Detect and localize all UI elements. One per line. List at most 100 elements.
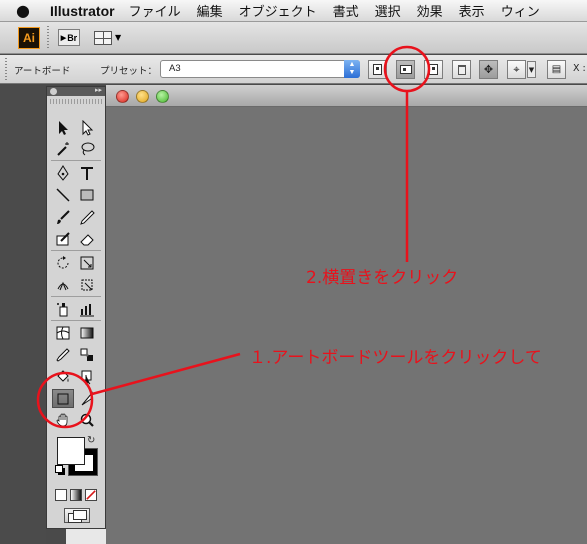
options-list-icon: ▤ — [551, 64, 562, 75]
hand-tool[interactable] — [52, 410, 74, 429]
type-tool[interactable] — [76, 163, 98, 182]
artboard-tool[interactable] — [52, 389, 74, 408]
magic-wand-tool[interactable] — [52, 139, 74, 158]
artboard-label: アートボード — [14, 66, 71, 77]
line-segment-icon — [56, 187, 70, 202]
separator — [5, 58, 7, 82]
gradient-mode-button[interactable] — [70, 489, 82, 501]
swap-fill-stroke-icon[interactable]: ↻ — [87, 435, 95, 446]
live-paint-selection-tool[interactable] — [76, 367, 98, 386]
menu-file[interactable]: ファイル — [129, 1, 181, 20]
direct-selection-tool[interactable] — [76, 118, 98, 137]
chevron-down-icon[interactable]: ▼ — [527, 61, 536, 78]
scale-icon — [80, 256, 94, 269]
screen-mode-button[interactable] — [64, 508, 90, 523]
gradient-tool[interactable] — [76, 323, 98, 342]
lasso-icon — [81, 142, 95, 155]
column-graph-tool[interactable] — [76, 299, 98, 318]
pencil-tool[interactable] — [76, 207, 98, 226]
blend-tool[interactable] — [76, 345, 98, 364]
direct-selection-arrow-icon — [82, 119, 94, 136]
new-artboard-button[interactable] — [424, 60, 443, 79]
fill-color-swatch[interactable] — [57, 437, 85, 465]
rectangle-tool[interactable] — [76, 185, 98, 204]
lasso-tool[interactable] — [76, 139, 98, 158]
eyedropper-tool[interactable] — [52, 345, 74, 364]
line-segment-tool[interactable] — [52, 185, 74, 204]
minimize-window-button[interactable] — [136, 90, 149, 103]
type-t-icon — [81, 166, 93, 180]
symbol-sprayer-icon — [57, 302, 68, 316]
menu-bar: ● Illustrator ファイル 編集 オブジェクト 書式 選択 効果 表示… — [0, 0, 587, 22]
blob-brush-icon — [56, 231, 70, 245]
zoom-tool[interactable] — [76, 410, 98, 429]
menu-window[interactable]: ウィン — [501, 1, 540, 20]
paint-bucket-icon — [57, 369, 69, 382]
separator — [47, 26, 49, 50]
menu-edit[interactable]: 編集 — [197, 1, 223, 20]
hand-icon — [56, 413, 68, 426]
move-arrows-icon: ✥ — [483, 63, 494, 76]
slice-tool[interactable] — [76, 389, 98, 408]
menu-view[interactable]: 表示 — [459, 1, 485, 20]
portrait-page-icon — [373, 64, 382, 75]
tools-panel: ▸▸ ↻ — [46, 86, 106, 529]
warp-tool[interactable] — [52, 275, 74, 294]
apple-menu-icon[interactable]: ● — [10, 1, 36, 20]
layout-grid-icon — [94, 30, 112, 45]
portrait-button[interactable] — [368, 60, 387, 79]
eraser-tool[interactable] — [76, 229, 98, 248]
landscape-page-icon — [399, 65, 412, 74]
close-window-button[interactable] — [116, 90, 129, 103]
collapse-panel-icon[interactable]: ▸▸ — [95, 86, 102, 94]
arrange-documents-button[interactable]: ▼ — [94, 29, 126, 46]
document-canvas[interactable] — [106, 107, 587, 544]
bridge-button[interactable]: ▶ Br — [58, 29, 80, 46]
selection-tool[interactable] — [52, 118, 74, 137]
live-paint-bucket-tool[interactable] — [52, 367, 74, 386]
rotate-tool[interactable] — [52, 253, 74, 272]
blob-brush-tool[interactable] — [52, 229, 74, 248]
delete-artboard-button[interactable] — [452, 60, 471, 79]
artboard-icon — [57, 393, 69, 404]
separator — [51, 296, 101, 297]
landscape-button[interactable] — [396, 60, 415, 79]
pen-nib-icon — [57, 164, 69, 181]
trash-icon — [457, 64, 466, 75]
preset-select[interactable]: A3 ▲ ▼ — [160, 60, 360, 78]
symbol-sprayer-tool[interactable] — [52, 299, 74, 318]
warp-icon — [57, 281, 69, 290]
menu-select[interactable]: 選択 — [375, 1, 401, 20]
document-titlebar — [106, 85, 587, 107]
app-menu[interactable]: Illustrator — [50, 3, 115, 19]
free-transform-tool[interactable] — [76, 275, 98, 294]
magnifier-icon — [80, 413, 94, 427]
scale-tool[interactable] — [76, 253, 98, 272]
none-mode-button[interactable] — [85, 489, 97, 501]
panel-close-button[interactable] — [50, 88, 57, 95]
pen-tool[interactable] — [52, 163, 74, 182]
mesh-tool[interactable] — [52, 323, 74, 342]
zoom-window-button[interactable] — [156, 90, 169, 103]
paintbrush-tool[interactable] — [52, 207, 74, 226]
free-transform-icon — [81, 279, 93, 290]
chevron-down-icon: ▼ — [115, 33, 122, 42]
color-mode-button[interactable] — [55, 489, 67, 501]
reference-point-button[interactable]: ⌖ — [507, 60, 526, 79]
menu-object[interactable]: オブジェクト — [239, 1, 317, 20]
control-bar: アートボード プリセット： A3 ▲ ▼ ✥ ⌖ ▼ ▤ X : — [0, 55, 587, 84]
move-with-artboard-button[interactable]: ✥ — [479, 60, 498, 79]
artboard-options-button[interactable]: ▤ — [547, 60, 566, 79]
bar-graph-icon — [80, 303, 94, 316]
paintbrush-icon — [57, 209, 70, 224]
bottom-edge — [66, 528, 106, 544]
application-bar: Ai ▶ Br ▼ — [0, 22, 587, 54]
illustrator-logo-icon: Ai — [18, 27, 40, 49]
default-colors-icon[interactable] — [55, 465, 65, 475]
blend-icon — [80, 348, 93, 361]
menu-effect[interactable]: 効果 — [417, 1, 443, 20]
live-paint-selection-icon — [81, 370, 92, 385]
menu-type[interactable]: 書式 — [333, 1, 359, 20]
panel-grip[interactable] — [50, 99, 102, 104]
selection-arrow-icon — [59, 120, 68, 135]
